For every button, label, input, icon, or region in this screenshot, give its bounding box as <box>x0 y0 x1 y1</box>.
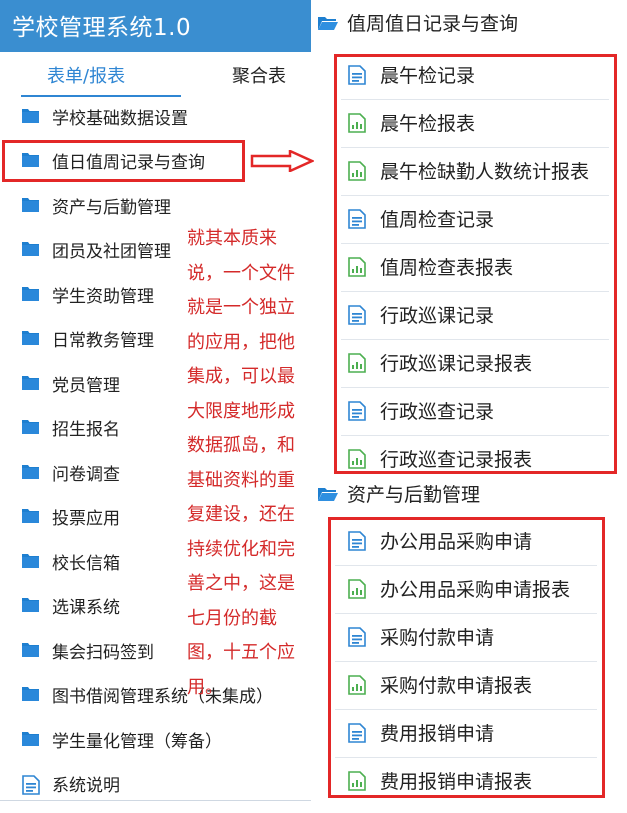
annotation-line: 就其本质来 <box>187 228 277 249</box>
folder-icon <box>22 553 39 572</box>
divider <box>0 800 311 801</box>
folder-icon <box>22 330 39 349</box>
folder-icon <box>22 464 39 483</box>
sidebar-item-label: 学校基础数据设置 <box>52 109 188 129</box>
folder-icon <box>22 375 39 394</box>
folder-icon <box>22 108 39 127</box>
annotation-line: 图，十五个应 <box>187 642 295 663</box>
sidebar-item[interactable]: 学校基础数据设置 <box>0 96 311 136</box>
tab-aggregate[interactable]: 聚合表 <box>232 62 286 88</box>
arrow-icon <box>250 150 314 172</box>
sidebar-item-label: 招生报名 <box>52 420 120 440</box>
sidebar-item-label: 选课系统 <box>52 598 120 618</box>
sidebar-item-label: 学生资助管理 <box>52 287 154 307</box>
folder-icon <box>22 286 39 305</box>
sidebar-item[interactable]: 资产与后勤管理 <box>0 185 311 225</box>
sidebar-item-label: 资产与后勤管理 <box>52 198 171 218</box>
annotation-line: 数据孤岛，和 <box>187 435 295 456</box>
folder-icon <box>22 597 39 616</box>
sidebar-item-label: 问卷调查 <box>52 465 120 485</box>
folder-open-icon <box>317 15 339 35</box>
annotation-line: 善之中，这是 <box>187 573 295 594</box>
sidebar-item-label: 系统说明 <box>52 776 120 796</box>
annotation-line: 用。 <box>187 676 223 698</box>
annotation-line: 集成，可以最 <box>187 366 295 387</box>
document-icon <box>22 775 40 799</box>
folder-icon <box>22 197 39 216</box>
right-panel: 值周值日记录与查询 晨午检记录 晨午检报表 晨午检缺勤人数统计报表 值周检查记录 值周检… <box>311 0 627 813</box>
annotation-line: 基础资料的重 <box>187 469 295 491</box>
highlight-box-duty-items <box>334 54 617 474</box>
sidebar-item-label: 投票应用 <box>52 509 120 529</box>
folder-open-icon <box>317 486 339 506</box>
annotation-line: 说，一个文件 <box>187 262 295 284</box>
folder-icon <box>22 508 39 527</box>
annotation-line: 大限度地形成 <box>187 400 295 422</box>
sidebar-item-label: 党员管理 <box>52 376 120 396</box>
highlight-box-assets-items <box>328 517 605 798</box>
tab-bar: 表单/报表 聚合表 <box>0 52 311 98</box>
sidebar-item-label: 集会扫码签到 <box>52 643 154 663</box>
folder-icon <box>22 642 39 661</box>
annotation-line: 的应用，把他 <box>187 331 295 353</box>
annotation-line: 复建设，还在 <box>187 504 295 525</box>
folder-icon <box>22 241 39 260</box>
tab-forms-reports[interactable]: 表单/报表 <box>47 62 125 88</box>
folder-icon <box>22 686 39 705</box>
sidebar-item-label: 日常教务管理 <box>52 331 154 351</box>
folder-icon <box>22 731 39 750</box>
sidebar-item-label: 团员及社团管理 <box>52 242 171 262</box>
folder-icon <box>22 419 39 438</box>
left-panel: 学校管理系统1.0 表单/报表 聚合表 学校基础数据设置 值日值周记录与查询 资产与… <box>0 0 314 813</box>
section-title: 资产与后勤管理 <box>347 484 481 506</box>
sidebar-item[interactable]: 学生量化管理（筹备） <box>0 719 311 759</box>
highlight-box-duty-record <box>2 140 245 182</box>
annotation-line: 就是一个独立 <box>187 297 295 318</box>
sidebar-item[interactable]: 系统说明 <box>0 763 311 803</box>
annotation-line: 持续优化和完 <box>187 538 295 560</box>
app-title: 学校管理系统1.0 <box>12 15 192 41</box>
section-title: 值周值日记录与查询 <box>347 13 519 35</box>
sidebar-item-label: 校长信箱 <box>52 554 120 574</box>
annotation-note: 就其本质来 说，一个文件 就是一个独立 的应用，把他 集成，可以最 大限度地形成… <box>187 222 311 705</box>
annotation-line: 七月份的截 <box>187 607 277 629</box>
app-header: 学校管理系统1.0 <box>0 0 311 52</box>
sidebar-item-label: 学生量化管理（筹备） <box>52 732 222 752</box>
